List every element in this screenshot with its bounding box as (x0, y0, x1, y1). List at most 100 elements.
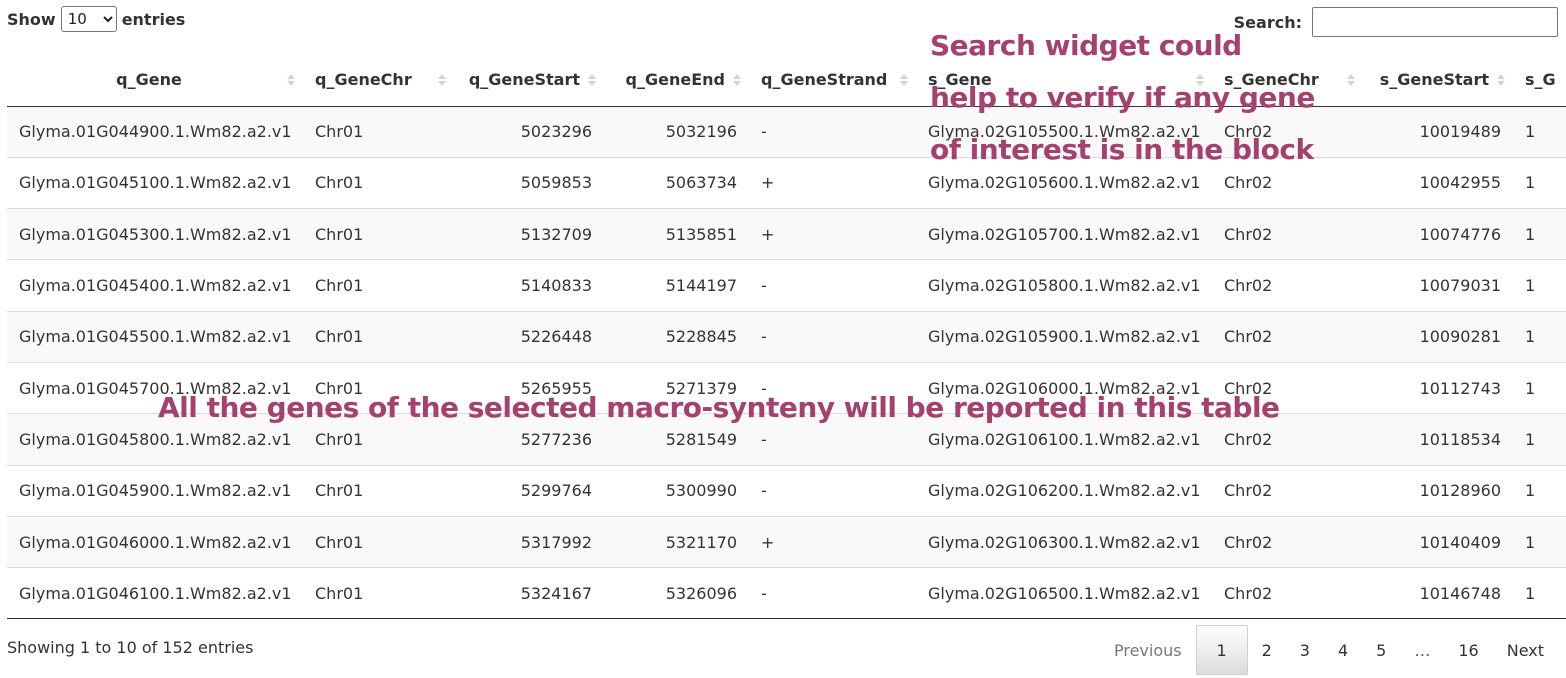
table-cell: 5324167 (454, 567, 604, 620)
table-cell: Glyma.01G044900.1.Wm82.a2.v1 (7, 106, 303, 158)
table-row[interactable]: Glyma.01G045400.1.Wm82.a2.v1 Chr01 5140833… (7, 259, 1566, 312)
table-cell: 1 (1513, 464, 1566, 517)
table-annotation: All the genes of the selected macro-synt… (158, 391, 1280, 424)
sort-icon[interactable] (900, 73, 908, 86)
page-button-4[interactable]: 4 (1324, 625, 1362, 675)
table-cell: Chr01 (303, 208, 454, 260)
column-header-q-geneend[interactable]: q_GeneEnd (604, 54, 749, 107)
search-annotation-line: Search widget could (930, 29, 1242, 62)
sort-icon[interactable] (438, 73, 446, 86)
table-cell: 10146748 (1363, 567, 1513, 620)
table-cell: 10042955 (1363, 156, 1513, 209)
table-cell: + (749, 515, 916, 568)
table-cell: Chr01 (303, 259, 454, 312)
column-header-label: s_G (1525, 70, 1556, 90)
search-annotation-line: of interest is in the block (930, 133, 1314, 166)
table-cell: Glyma.01G046000.1.Wm82.a2.v1 (7, 515, 303, 568)
table-cell: 1 (1513, 156, 1566, 209)
column-header-label: q_GeneEnd (625, 70, 725, 90)
table-cell: Chr01 (303, 515, 454, 568)
table-cell: Glyma.02G105800.1.Wm82.a2.v1 (916, 259, 1212, 312)
search-annotation-line: help to verify if any gene (930, 81, 1315, 114)
column-header-s-g[interactable]: s_G (1513, 54, 1566, 107)
table-cell: 1 (1513, 208, 1566, 260)
table-cell: Chr02 (1212, 259, 1363, 312)
table-cell: 10140409 (1363, 515, 1513, 568)
page-button-5[interactable]: 5 (1362, 625, 1400, 675)
datatable-page: Show 10 entries Search: q_Gene q_GeneChr q… (0, 0, 1566, 678)
table-cell: - (749, 464, 916, 517)
table-cell: Chr02 (1212, 515, 1363, 568)
pagination: Previous 1 2 3 4 5 … 16 Next (1100, 625, 1558, 675)
column-header-q-genechr[interactable]: q_GeneChr (303, 54, 454, 107)
table-cell: 5135851 (604, 208, 749, 260)
table-cell: 5300990 (604, 464, 749, 517)
table-row[interactable]: Glyma.01G045100.1.Wm82.a2.v1 Chr01 5059853… (7, 156, 1566, 209)
table-row[interactable]: Glyma.01G046100.1.Wm82.a2.v1 Chr01 5324167… (7, 567, 1566, 620)
table-row[interactable]: Glyma.01G045500.1.Wm82.a2.v1 Chr01 5226448… (7, 310, 1566, 363)
table-cell: 10079031 (1363, 259, 1513, 312)
table-cell: Glyma.01G045900.1.Wm82.a2.v1 (7, 464, 303, 517)
table-cell: 1 (1513, 310, 1566, 363)
previous-page-button[interactable]: Previous (1100, 625, 1196, 675)
table-scroll-area: q_Gene q_GeneChr q_GeneStart q_GeneEnd q_Gen… (7, 54, 1566, 620)
table-cell: 5228845 (604, 310, 749, 363)
table-row[interactable]: Glyma.01G045900.1.Wm82.a2.v1 Chr01 5299764… (7, 464, 1566, 517)
column-header-label: q_GeneChr (315, 70, 412, 90)
column-header-q-gene[interactable]: q_Gene (7, 54, 303, 107)
sort-icon[interactable] (1347, 73, 1355, 86)
table-cell: + (749, 208, 916, 260)
sort-icon[interactable] (287, 73, 295, 86)
table-cell: 5023296 (454, 106, 604, 158)
table-cell: Glyma.01G045100.1.Wm82.a2.v1 (7, 156, 303, 209)
sort-icon[interactable] (733, 73, 741, 86)
table-cell: 10128960 (1363, 464, 1513, 517)
column-header-s-genestart[interactable]: s_GeneStart (1363, 54, 1513, 107)
next-page-button[interactable]: Next (1493, 625, 1558, 675)
table-cell: 5226448 (454, 310, 604, 363)
table-cell: Glyma.01G046100.1.Wm82.a2.v1 (7, 567, 303, 620)
table-row[interactable]: Glyma.01G046000.1.Wm82.a2.v1 Chr01 5317992… (7, 515, 1566, 568)
page-button-2[interactable]: 2 (1248, 625, 1286, 675)
table-cell: 1 (1513, 567, 1566, 620)
table-cell: Glyma.02G106500.1.Wm82.a2.v1 (916, 567, 1212, 620)
table-cell: Glyma.02G105700.1.Wm82.a2.v1 (916, 208, 1212, 260)
table-cell: 5032196 (604, 106, 749, 158)
page-length-select[interactable]: 10 (60, 6, 117, 32)
column-header-label: q_Gene (116, 70, 182, 90)
sort-icon[interactable] (1497, 73, 1505, 86)
table-row[interactable]: Glyma.01G045300.1.Wm82.a2.v1 Chr01 5132709… (7, 208, 1566, 260)
page-button-1[interactable]: 1 (1195, 625, 1248, 675)
table-cell: 5140833 (454, 259, 604, 312)
table-cell: Chr01 (303, 310, 454, 363)
page-button-3[interactable]: 3 (1286, 625, 1324, 675)
column-header-label: s_GeneStart (1379, 70, 1489, 90)
page-button-16[interactable]: 16 (1444, 625, 1492, 675)
column-header-label: q_GeneStart (468, 70, 580, 90)
pagination-ellipsis: … (1414, 640, 1431, 660)
table-cell: 10112743 (1363, 361, 1513, 414)
table-cell: 5299764 (454, 464, 604, 517)
table-cell: - (749, 259, 916, 312)
table-cell: 5317992 (454, 515, 604, 568)
table-cell: Glyma.01G045300.1.Wm82.a2.v1 (7, 208, 303, 260)
search-annotation: Search widget could help to verify if any… (930, 20, 1315, 176)
table-cell: 1 (1513, 361, 1566, 414)
table-cell: 5144197 (604, 259, 749, 312)
table-cell: 10074776 (1363, 208, 1513, 260)
table-info: Showing 1 to 10 of 152 entries (7, 638, 254, 657)
table-cell: Chr02 (1212, 464, 1363, 517)
sort-icon[interactable] (588, 73, 596, 86)
table-cell: Glyma.01G045400.1.Wm82.a2.v1 (7, 259, 303, 312)
table-cell: Chr01 (303, 464, 454, 517)
column-header-q-genestrand[interactable]: q_GeneStrand (749, 54, 916, 107)
table-cell: 5321170 (604, 515, 749, 568)
table-cell: Glyma.02G106300.1.Wm82.a2.v1 (916, 515, 1212, 568)
genes-table: q_Gene q_GeneChr q_GeneStart q_GeneEnd q_Gen… (7, 54, 1566, 620)
table-cell: 1 (1513, 106, 1566, 158)
column-header-q-genestart[interactable]: q_GeneStart (454, 54, 604, 107)
table-cell: Glyma.02G105900.1.Wm82.a2.v1 (916, 310, 1212, 363)
table-cell: Glyma.01G045500.1.Wm82.a2.v1 (7, 310, 303, 363)
search-input[interactable] (1312, 7, 1558, 37)
table-row[interactable]: Glyma.01G044900.1.Wm82.a2.v1 Chr01 5023296… (7, 106, 1566, 158)
